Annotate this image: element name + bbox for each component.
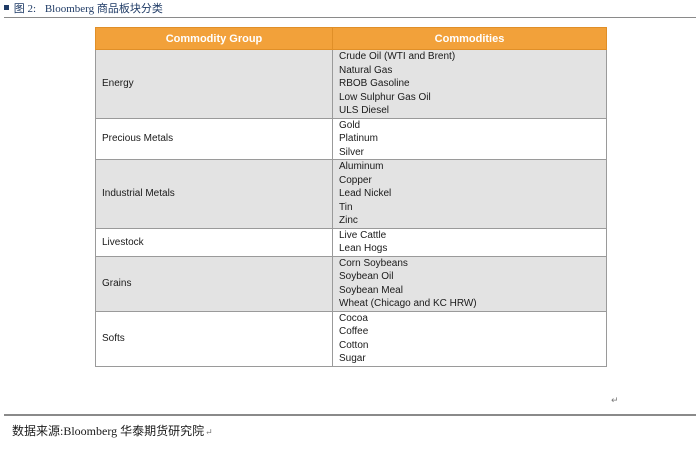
commodity-item: Soybean Meal: [339, 284, 403, 296]
commodity-item: Silver: [339, 146, 365, 158]
commodity-item: Platinum: [339, 133, 378, 144]
commodity-item: ULS Diesel: [339, 105, 390, 116]
table-header-row: Commodity Group Commodities: [95, 27, 607, 50]
commodity-table: Commodity Group Commodities Energy Crude …: [95, 27, 607, 367]
table-row: Industrial Metals Aluminum Copper Lead Nick…: [95, 159, 607, 229]
commodity-item: Corn Soybeans: [339, 257, 408, 269]
commodity-group-cell: Grains: [95, 255, 333, 312]
table-row: Precious Metals Gold Platinum Silver: [95, 117, 607, 160]
commodity-item: Lead Nickel: [339, 188, 392, 199]
top-divider: [4, 17, 696, 18]
header-commodities: Commodities: [332, 27, 607, 50]
commodity-group-cell: Energy: [95, 49, 333, 119]
caption-prefix: 图 2:: [13, 3, 37, 15]
paragraph-mark-icon: ↵: [205, 427, 213, 437]
commodity-item: Cocoa: [339, 312, 368, 324]
caption-bullet-icon: [4, 5, 9, 10]
commodities-cell: Crude Oil (WTI and Brent) Natural Gas RBOB…: [332, 49, 607, 119]
commodity-item: Low Sulphur Gas Oil: [339, 91, 431, 103]
table-body: Energy Crude Oil (WTI and Brent) Natural G…: [95, 49, 607, 367]
paragraph-mark-icon: ↵: [611, 395, 619, 405]
caption-title: Bloomberg 商品板块分类: [44, 3, 163, 15]
source-text: 数据来源:Bloomberg 华泰期货研究院: [12, 424, 205, 438]
commodity-item: Copper: [339, 174, 372, 186]
commodities-cell: Corn Soybeans Soybean Oil Soybean Meal Whea…: [332, 255, 607, 312]
commodities-cell: Cocoa Coffee Cotton Sugar: [332, 310, 607, 367]
commodity-item: Natural Gas: [339, 64, 393, 76]
commodities-cell: Gold Platinum Silver: [332, 117, 607, 160]
commodity-item: Gold: [339, 119, 361, 131]
commodity-item: RBOB Gasoline: [339, 78, 410, 89]
commodity-group-cell: Livestock: [95, 227, 333, 257]
commodity-item: Soybean Oil: [339, 271, 394, 282]
commodity-item: Lean Hogs: [339, 243, 388, 254]
table-row: Grains Corn Soybeans Soybean Oil Soybean Me…: [95, 255, 607, 312]
commodity-group-cell: Industrial Metals: [95, 159, 333, 229]
commodity-item: Coffee: [339, 326, 369, 337]
header-commodity-group: Commodity Group: [95, 27, 333, 50]
commodity-group-cell: Softs: [95, 310, 333, 367]
commodity-item: Sugar: [339, 353, 366, 364]
commodity-item: Tin: [339, 201, 353, 213]
source-note: 数据来源:Bloomberg 华泰期货研究院↵: [12, 422, 213, 440]
commodity-item: Crude Oil (WTI and Brent): [339, 51, 456, 62]
bottom-divider: [4, 414, 696, 416]
table-row: Energy Crude Oil (WTI and Brent) Natural G…: [95, 49, 607, 119]
commodity-item: Zinc: [339, 215, 358, 226]
figure-caption: 图 2: Bloomberg 商品板块分类: [4, 1, 163, 17]
commodity-item: Live Cattle: [339, 229, 387, 241]
commodities-cell: Aluminum Copper Lead Nickel Tin Zinc: [332, 159, 607, 229]
table-row: Softs Cocoa Coffee Cotton Sugar: [95, 310, 607, 367]
commodity-item: Cotton: [339, 339, 369, 351]
commodity-group-cell: Precious Metals: [95, 117, 333, 160]
commodity-item: Aluminum: [339, 161, 384, 172]
commodities-cell: Live Cattle Lean Hogs: [332, 227, 607, 257]
table-row: Livestock Live Cattle Lean Hogs: [95, 227, 607, 257]
commodity-item: Wheat (Chicago and KC HRW): [339, 298, 477, 309]
